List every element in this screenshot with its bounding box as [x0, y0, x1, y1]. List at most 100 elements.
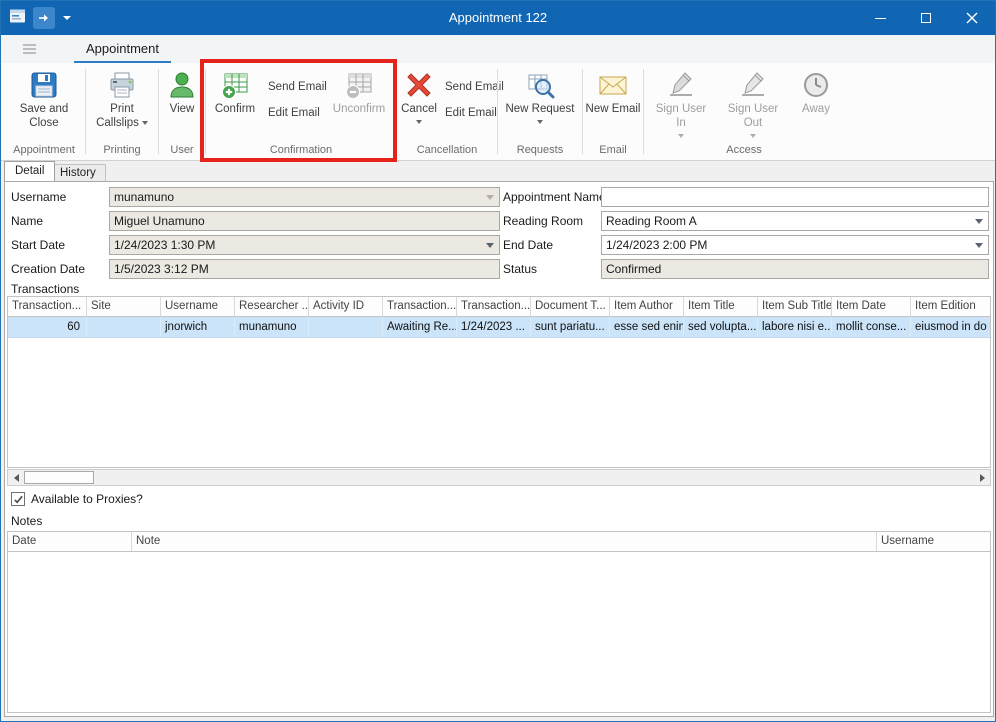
scroll-left-button[interactable] — [8, 470, 24, 485]
available-to-proxies-checkbox[interactable] — [11, 492, 25, 506]
ribbon-menu-icon[interactable] — [23, 44, 36, 54]
sign-user-out-button[interactable]: Sign User Out — [718, 67, 788, 143]
column-header[interactable]: Date — [8, 532, 132, 551]
confirmation-send-email-button[interactable]: Send Email — [268, 81, 324, 93]
checkbox-check-icon — [13, 494, 24, 505]
away-clock-icon — [800, 69, 832, 101]
available-to-proxies-label: Available to Proxies? — [31, 492, 143, 506]
appointment-name-label: Appointment Name — [503, 190, 606, 204]
unconfirm-button[interactable]: Unconfirm — [328, 67, 390, 143]
transaction-row[interactable]: 60 jnorwich munamuno Awaiting Re... 1/24… — [8, 317, 990, 338]
transactions-header-row: Transaction... Site Username Researcher … — [8, 297, 990, 317]
group-separator — [582, 69, 583, 154]
combo-arrow-icon[interactable] — [975, 243, 983, 248]
cell: munamuno — [235, 317, 309, 337]
ribbon-group-access: Sign User In Sign User Out Away — [646, 67, 842, 160]
group-label-confirmation: Confirmation — [208, 144, 394, 160]
new-request-button[interactable]: New Request — [502, 67, 578, 143]
column-header[interactable]: Username — [161, 297, 235, 316]
column-header[interactable]: Transaction... — [457, 297, 531, 316]
save-and-close-button[interactable]: Save and Close — [11, 67, 77, 143]
status-label: Status — [503, 262, 537, 276]
group-label-requests: Requests — [500, 144, 580, 160]
ribbon: Save and Close Appointment Print Callsli… — [1, 63, 995, 161]
ribbon-group-confirmation: Confirm Send Email Edit Email Unconfirm … — [208, 67, 394, 160]
name-field[interactable] — [109, 211, 500, 231]
confirmation-edit-email-button[interactable]: Edit Email — [268, 107, 324, 119]
dropdown-arrow-icon — [678, 134, 684, 138]
tab-detail[interactable]: Detail — [4, 161, 55, 181]
end-date-combo[interactable] — [601, 235, 989, 255]
window-bottom-edge — [1, 717, 995, 721]
maximize-button[interactable] — [903, 1, 949, 35]
sign-user-in-button[interactable]: Sign User In — [650, 67, 712, 143]
group-separator — [396, 69, 397, 154]
start-date-combo[interactable] — [109, 235, 500, 255]
cell: esse sed enim — [610, 317, 684, 337]
column-header[interactable]: Site — [87, 297, 161, 316]
creation-date-label: Creation Date — [11, 262, 85, 276]
cancellation-edit-email-button[interactable]: Edit Email — [445, 107, 491, 119]
transactions-hscrollbar[interactable] — [7, 469, 991, 486]
cell: 60 — [8, 317, 87, 337]
column-header[interactable]: Note — [132, 532, 877, 551]
appointment-name-field[interactable] — [601, 187, 989, 207]
appointment-window: Appointment 122 Appointment Save and Clo… — [0, 0, 996, 722]
dropdown-arrow-icon[interactable] — [63, 16, 71, 20]
cancel-button[interactable]: Cancel — [399, 67, 439, 143]
view-user-button[interactable]: View — [162, 67, 202, 143]
cancel-x-icon — [403, 69, 435, 101]
titlebar: Appointment 122 — [1, 1, 995, 35]
column-header[interactable]: Item Sub Title — [758, 297, 832, 316]
ribbon-tab-appointment[interactable]: Appointment — [74, 35, 171, 63]
window-title: Appointment 122 — [1, 1, 995, 35]
scroll-right-button[interactable] — [974, 470, 990, 485]
scrollbar-thumb[interactable] — [24, 471, 94, 484]
notes-empty-area[interactable] — [8, 552, 990, 713]
group-label-user: User — [161, 144, 203, 160]
ribbon-group-requests: New Request Requests — [500, 67, 580, 160]
column-header[interactable]: Item Author — [610, 297, 684, 316]
column-header[interactable]: Username — [877, 532, 990, 551]
available-to-proxies-row: Available to Proxies? — [11, 492, 143, 506]
group-separator — [643, 69, 644, 154]
sign-user-in-icon — [665, 69, 697, 101]
column-header[interactable]: Item Edition — [911, 297, 990, 316]
away-button[interactable]: Away — [794, 67, 838, 143]
group-label-printing: Printing — [88, 144, 156, 160]
creation-date-field[interactable] — [109, 259, 500, 279]
notes-section-label: Notes — [11, 514, 42, 528]
group-label-appointment: Appointment — [5, 144, 83, 160]
scroll-left-icon — [14, 474, 19, 482]
column-header[interactable]: Transaction... — [8, 297, 87, 316]
column-header[interactable]: Transaction... — [383, 297, 457, 316]
cell — [309, 317, 383, 337]
column-header[interactable]: Researcher ... — [235, 297, 309, 316]
cell: sed volupta... — [684, 317, 758, 337]
new-email-button[interactable]: New Email — [585, 67, 641, 143]
tab-history[interactable]: History — [50, 164, 106, 181]
cancellation-send-email-button[interactable]: Send Email — [445, 81, 491, 93]
combo-arrow-icon — [486, 195, 494, 200]
combo-arrow-icon[interactable] — [975, 219, 983, 224]
confirm-button[interactable]: Confirm — [208, 67, 262, 143]
close-button[interactable] — [949, 1, 995, 35]
column-header[interactable]: Activity ID — [309, 297, 383, 316]
ribbon-group-user: View User — [161, 67, 203, 160]
minimize-button[interactable] — [857, 1, 903, 35]
username-combo[interactable] — [109, 187, 500, 207]
column-header[interactable]: Item Title — [684, 297, 758, 316]
quick-launch-icon[interactable] — [33, 7, 55, 29]
print-callslips-button[interactable]: Print Callslips — [90, 67, 154, 143]
column-header[interactable]: Item Date — [832, 297, 911, 316]
ribbon-group-printing: Print Callslips Printing — [88, 67, 156, 160]
status-field[interactable] — [601, 259, 989, 279]
new-email-icon — [597, 69, 629, 101]
column-header[interactable]: Document T... — [531, 297, 610, 316]
reading-room-combo[interactable] — [601, 211, 989, 231]
notes-grid: Date Note Username — [7, 531, 991, 713]
combo-arrow-icon[interactable] — [486, 243, 494, 248]
ribbon-tab-row: Appointment — [1, 35, 995, 63]
minimize-icon — [875, 18, 886, 19]
dropdown-arrow-icon — [416, 120, 422, 124]
